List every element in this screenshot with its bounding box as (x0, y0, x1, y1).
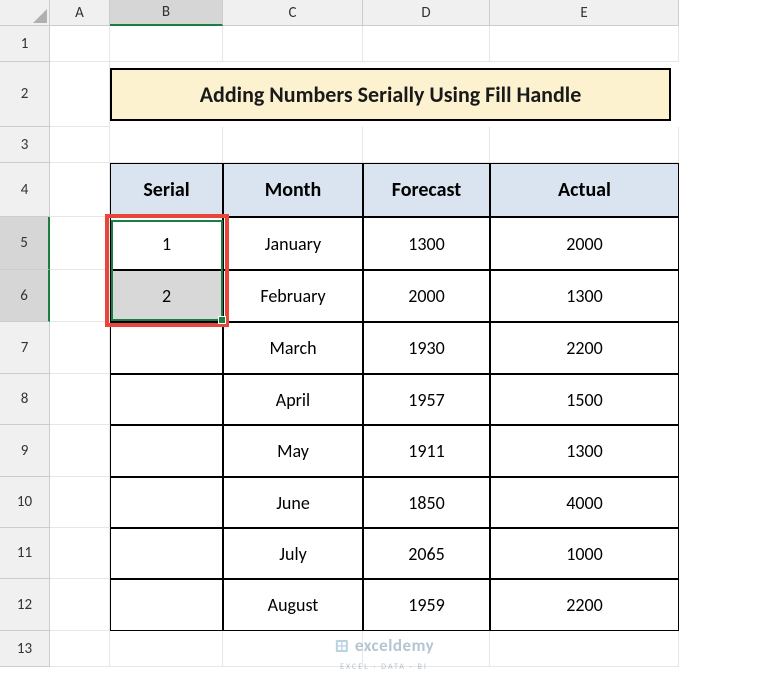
spreadsheet-grid: A B C D E 1 2 Adding Numbers Serially Us… (0, 0, 768, 667)
cell-b13[interactable] (110, 631, 223, 667)
cell-a6[interactable] (50, 270, 110, 322)
cell-d11[interactable]: 2065 (363, 528, 490, 579)
cell-e6[interactable]: 1300 (490, 270, 679, 322)
cell-a1[interactable] (50, 26, 110, 62)
col-header-d[interactable]: D (363, 0, 490, 26)
cell-c6[interactable]: February (223, 270, 363, 322)
cell-d6[interactable]: 2000 (363, 270, 490, 322)
cell-d3[interactable] (363, 127, 490, 163)
cell-b11[interactable] (110, 528, 223, 579)
select-all-corner[interactable] (0, 0, 50, 26)
cell-e13[interactable] (490, 631, 679, 667)
cell-d10[interactable]: 1850 (363, 477, 490, 528)
row-header-1[interactable]: 1 (0, 26, 50, 62)
header-month[interactable]: Month (223, 163, 363, 217)
cell-a12[interactable] (50, 579, 110, 631)
header-actual[interactable]: Actual (490, 163, 679, 217)
cell-e5[interactable]: 2000 (490, 217, 679, 270)
header-forecast[interactable]: Forecast (363, 163, 490, 217)
cell-e11[interactable]: 1000 (490, 528, 679, 579)
cell-b3[interactable] (110, 127, 223, 163)
cell-c1[interactable] (223, 26, 363, 62)
row-header-7[interactable]: 7 (0, 322, 50, 374)
cell-a9[interactable] (50, 425, 110, 477)
logo-icon (334, 638, 350, 654)
row-header-13[interactable]: 13 (0, 631, 50, 667)
cell-c11[interactable]: July (223, 528, 363, 579)
cell-a13[interactable] (50, 631, 110, 667)
cell-c8[interactable]: April (223, 374, 363, 425)
cell-d5[interactable]: 1300 (363, 217, 490, 270)
cell-e10[interactable]: 4000 (490, 477, 679, 528)
row-header-8[interactable]: 8 (0, 374, 50, 425)
col-header-b[interactable]: B (110, 0, 223, 26)
cell-b9[interactable] (110, 425, 223, 477)
row-header-10[interactable]: 10 (0, 477, 50, 528)
row-header-12[interactable]: 12 (0, 579, 50, 631)
col-header-e[interactable]: E (490, 0, 679, 26)
row-header-2[interactable]: 2 (0, 62, 50, 127)
cell-d7[interactable]: 1930 (363, 322, 490, 374)
row-header-11[interactable]: 11 (0, 528, 50, 579)
row-header-4[interactable]: 4 (0, 163, 50, 217)
watermark-name: exceldemy (355, 635, 434, 656)
row-header-6[interactable]: 6 (0, 270, 50, 322)
cell-d1[interactable] (363, 26, 490, 62)
cell-c5[interactable]: January (223, 217, 363, 270)
cell-d8[interactable]: 1957 (363, 374, 490, 425)
cell-e9[interactable]: 1300 (490, 425, 679, 477)
cell-b1[interactable] (110, 26, 223, 62)
cell-c9[interactable]: May (223, 425, 363, 477)
cell-c12[interactable]: August (223, 579, 363, 631)
cell-b10[interactable] (110, 477, 223, 528)
cell-d12[interactable]: 1959 (363, 579, 490, 631)
cell-a4[interactable] (50, 163, 110, 217)
title-merged-cell[interactable]: Adding Numbers Serially Using Fill Handl… (110, 68, 671, 121)
cell-a7[interactable] (50, 322, 110, 374)
cell-e3[interactable] (490, 127, 679, 163)
cell-c7[interactable]: March (223, 322, 363, 374)
watermark-tag: EXCEL · DATA · BI (340, 662, 428, 672)
row-header-5[interactable]: 5 (0, 217, 50, 270)
watermark: exceldemy EXCEL · DATA · BI (334, 635, 434, 672)
cell-e7[interactable]: 2200 (490, 322, 679, 374)
cell-e8[interactable]: 1500 (490, 374, 679, 425)
cell-a8[interactable] (50, 374, 110, 425)
row-header-3[interactable]: 3 (0, 127, 50, 163)
cell-c3[interactable] (223, 127, 363, 163)
row-header-9[interactable]: 9 (0, 425, 50, 477)
cell-c10[interactable]: June (223, 477, 363, 528)
cell-b5[interactable]: 1 (110, 217, 223, 270)
cell-a11[interactable] (50, 528, 110, 579)
cell-a10[interactable] (50, 477, 110, 528)
cell-a3[interactable] (50, 127, 110, 163)
cell-a5[interactable] (50, 217, 110, 270)
cell-a2[interactable] (50, 62, 110, 127)
cell-b8[interactable] (110, 374, 223, 425)
cell-b12[interactable] (110, 579, 223, 631)
cell-d9[interactable]: 1911 (363, 425, 490, 477)
col-header-a[interactable]: A (50, 0, 110, 26)
header-serial[interactable]: Serial (110, 163, 223, 217)
col-header-c[interactable]: C (223, 0, 363, 26)
cell-e1[interactable] (490, 26, 679, 62)
cell-e12[interactable]: 2200 (490, 579, 679, 631)
cell-b6[interactable]: 2 (110, 270, 223, 322)
cell-b7[interactable] (110, 322, 223, 374)
